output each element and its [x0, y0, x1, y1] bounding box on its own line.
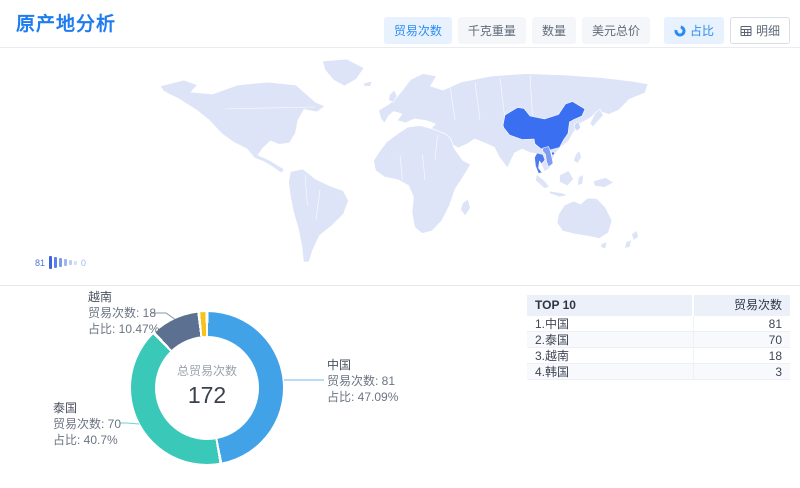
view-button-proportion-label: 占比	[690, 22, 714, 39]
origin-analysis-page: 原产地分析 贸易次数 千克重量 数量 美元总价 占比	[0, 0, 800, 488]
table-row[interactable]: 3.越南 18	[527, 348, 790, 364]
metric-button-quantity[interactable]: 数量	[532, 17, 576, 44]
table-cell-value: 81	[694, 316, 790, 331]
metric-button-kg-weight[interactable]: 千克重量	[458, 17, 526, 44]
map-madagascar[interactable]	[461, 199, 471, 216]
label-value: 贸易次数: 70	[53, 416, 121, 432]
view-switch-group: 占比 明细	[664, 17, 790, 44]
metric-button-trade-count[interactable]: 贸易次数	[384, 17, 452, 44]
table-row[interactable]: 1.中国 81	[527, 316, 790, 332]
donut-label-thailand: 泰国 贸易次数: 70 占比: 40.7%	[53, 400, 121, 448]
table-cell-value: 18	[694, 348, 790, 363]
label-country: 中国	[327, 357, 398, 373]
table-cell-value: 70	[694, 332, 790, 347]
label-percent: 占比: 10.47%	[88, 321, 159, 337]
map-iceland[interactable]	[364, 81, 373, 87]
map-new-guinea[interactable]	[594, 178, 614, 188]
table-header-row: TOP 10 贸易次数	[527, 295, 790, 316]
legend-gradient-bars	[49, 256, 77, 269]
metric-button-usd-total[interactable]: 美元总价	[582, 17, 650, 44]
donut-label-vietnam: 越南 贸易次数: 18 占比: 10.47%	[88, 289, 159, 337]
donut-center-value: 172	[131, 382, 283, 409]
legend-min-value: 0	[81, 258, 86, 268]
table-row[interactable]: 4.韩国 3	[527, 364, 790, 380]
pie-icon	[674, 25, 686, 37]
view-button-detail-label: 明细	[756, 22, 780, 39]
table-header-metric: 贸易次数	[694, 295, 790, 316]
map-sulawesi[interactable]	[578, 175, 584, 186]
map-philippines[interactable]	[574, 151, 582, 164]
label-percent: 占比: 47.09%	[327, 389, 398, 405]
table-cell-country: 4.韩国	[527, 364, 694, 379]
map-borneo[interactable]	[560, 171, 574, 187]
donut-center-label: 总贸易次数	[131, 362, 283, 379]
map-hainan[interactable]	[552, 152, 555, 155]
table-row[interactable]: 2.泰国 70	[527, 332, 790, 348]
view-button-proportion[interactable]: 占比	[664, 17, 724, 44]
world-map[interactable]	[150, 55, 650, 270]
table-cell-country: 1.中国	[527, 316, 694, 331]
map-australia[interactable]	[557, 198, 612, 239]
label-country: 越南	[88, 289, 159, 305]
view-button-detail[interactable]: 明细	[730, 17, 790, 44]
map-south-america[interactable]	[289, 169, 349, 262]
table-cell-country: 2.泰国	[527, 332, 694, 347]
donut-center: 总贸易次数 172	[131, 362, 283, 409]
legend-max-value: 81	[35, 258, 45, 268]
map-greenland[interactable]	[323, 59, 365, 86]
table-icon	[740, 25, 752, 37]
table-header-rank: TOP 10	[527, 295, 694, 316]
label-percent: 占比: 40.7%	[53, 432, 121, 448]
table-cell-country: 3.越南	[527, 348, 694, 363]
map-tasmania[interactable]	[601, 242, 608, 249]
leader-line-thailand	[120, 423, 139, 424]
proportion-section: 总贸易次数 172 越南 贸易次数: 18 占比: 10.47% 中国 贸易次数…	[0, 286, 800, 488]
label-value: 贸易次数: 18	[88, 305, 159, 321]
map-java[interactable]	[550, 191, 569, 197]
donut-label-china: 中国 贸易次数: 81 占比: 47.09%	[327, 357, 398, 405]
metric-toolbar: 贸易次数 千克重量 数量 美元总价 占比 明细	[384, 17, 790, 44]
map-visual-legend: 81 0	[35, 256, 86, 269]
label-country: 泰国	[53, 400, 121, 416]
map-new-zealand[interactable]	[625, 231, 639, 249]
header-divider	[0, 47, 800, 48]
label-value: 贸易次数: 81	[327, 373, 398, 389]
page-title: 原产地分析	[16, 9, 116, 36]
table-cell-value: 3	[694, 364, 790, 379]
map-north-america[interactable]	[160, 80, 325, 173]
map-sumatra[interactable]	[536, 175, 550, 189]
top10-table: TOP 10 贸易次数 1.中国 81 2.泰国 70 3.越南 18 4.韩国…	[527, 295, 790, 380]
